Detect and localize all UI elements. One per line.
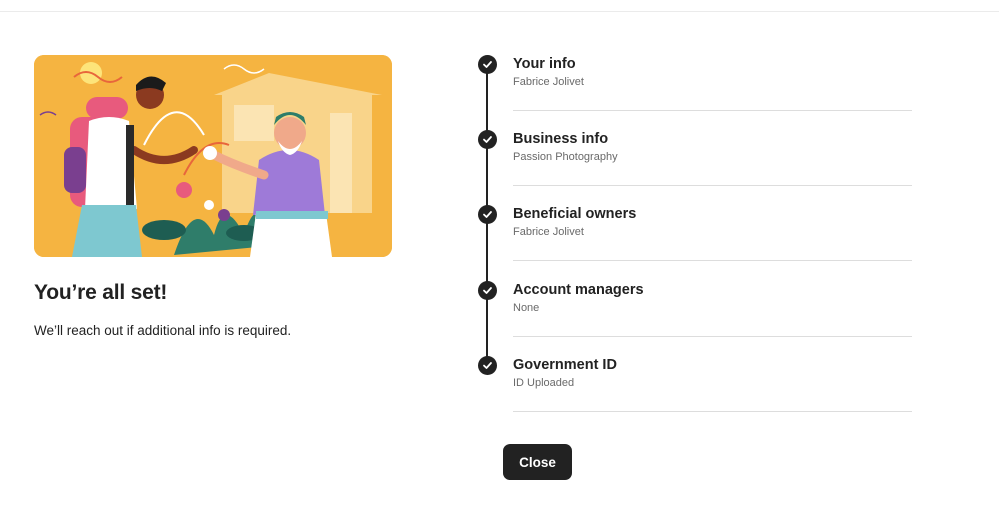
checkmark-circle-icon [478,281,497,300]
step-title: Business info [513,131,609,147]
step-detail: Fabrice Jolivet [513,226,584,238]
checkmark-circle-icon [478,205,497,224]
step-your-info: Your info Fabrice Jolivet [478,55,912,130]
checkmark-circle-icon [478,55,497,74]
step-title: Your info [513,56,576,72]
step-title: Beneficial owners [513,206,637,222]
checkmark-circle-icon [478,130,497,149]
step-divider [513,260,912,261]
step-divider [513,110,912,111]
step-detail: Passion Photography [513,151,618,163]
step-divider [513,336,912,337]
step-divider [513,411,912,412]
step-detail: ID Uploaded [513,377,575,389]
step-detail: None [513,302,540,314]
step-divider [513,185,912,186]
checkmark-circle-icon [478,356,497,375]
step-title: Government ID [513,357,617,373]
step-beneficial-owners: Beneficial owners Fabrice Jolivet [478,205,912,280]
step-title: Account managers [513,282,644,298]
close-button[interactable]: Close [503,444,572,480]
step-detail: Fabrice Jolivet [513,76,584,88]
handshake-illustration [34,55,392,257]
step-government-id: Government ID ID Uploaded [478,356,912,431]
step-business-info: Business info Passion Photography [478,130,912,205]
step-account-managers: Account managers None [478,281,912,356]
completion-message: We’ll reach out if additional info is re… [34,323,292,338]
top-divider [0,11,999,12]
completion-headline: You’re all set! [34,281,168,304]
